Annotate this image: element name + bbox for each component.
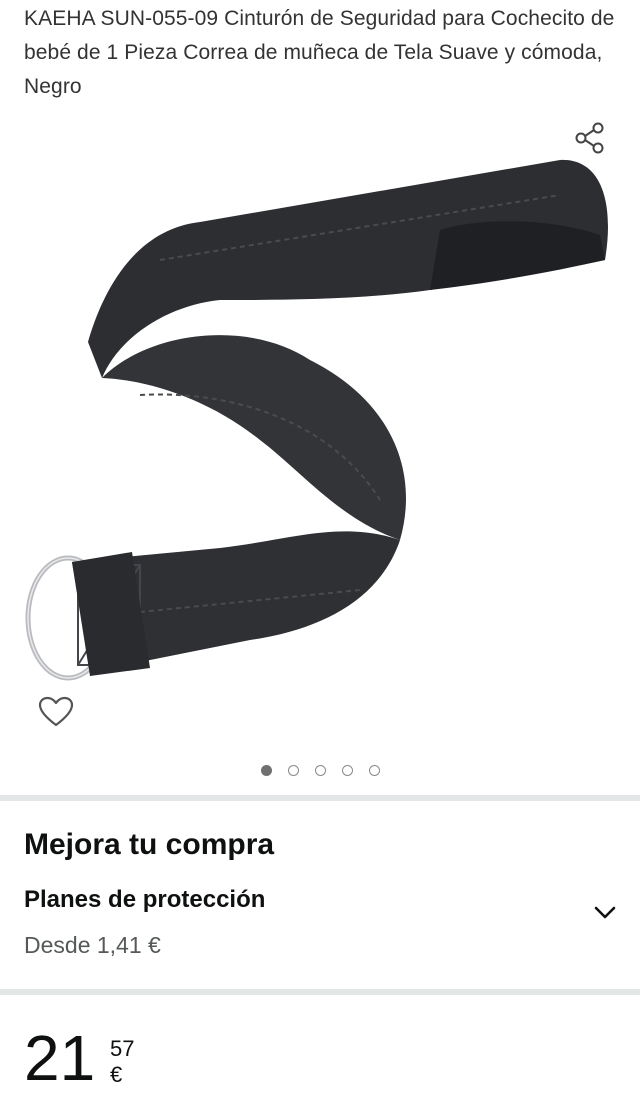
product-image[interactable] — [0, 150, 640, 710]
carousel-indicators — [0, 765, 640, 776]
expand-button[interactable] — [590, 898, 620, 928]
carousel-dot-3[interactable] — [314, 765, 326, 776]
strap-middle — [102, 335, 406, 540]
protection-plans-row[interactable]: Planes de protección Desde 1,41 € — [0, 876, 640, 976]
protection-plans-title: Planes de protección — [24, 886, 266, 913]
carousel-dot-5[interactable] — [368, 765, 380, 776]
price-fraction: 57 € — [110, 1036, 135, 1087]
protection-plans-price: Desde 1,41 € — [24, 932, 161, 958]
chevron-down-icon — [594, 906, 616, 919]
heart-outline-icon — [38, 696, 74, 727]
price-whole: 21 — [24, 1022, 96, 1094]
section-divider — [0, 795, 640, 801]
product-title: KAEHA SUN-055-09 Cinturón de Seguridad p… — [24, 7, 615, 98]
upsell-heading: Mejora tu compra — [24, 828, 275, 861]
wishlist-button[interactable] — [34, 690, 78, 734]
strap-loop-shadow — [430, 221, 605, 290]
section-divider-2 — [0, 989, 640, 995]
carousel-dot-4[interactable] — [341, 765, 353, 776]
carousel-dot-2[interactable] — [287, 765, 299, 776]
carousel-dot-1[interactable] — [260, 765, 272, 776]
